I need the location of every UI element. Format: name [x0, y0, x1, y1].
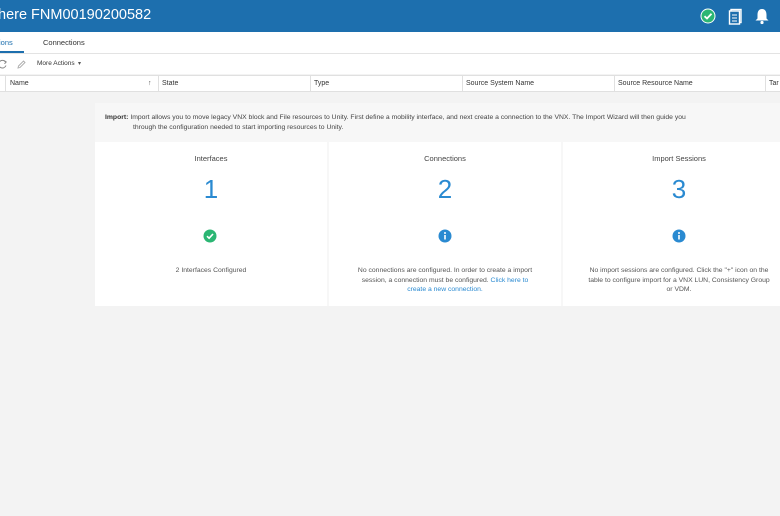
card-title: Connections: [424, 154, 466, 163]
import-description-line2: through the configuration needed to star…: [133, 123, 344, 131]
sort-ascending-icon[interactable]: ↑: [148, 76, 152, 91]
create-connection-link[interactable]: Click here to: [491, 277, 529, 284]
column-header-source-resource-name[interactable]: Source Resource Name: [614, 76, 766, 91]
column-header-target[interactable]: Tar: [765, 76, 780, 91]
active-tab-indicator: [0, 51, 24, 53]
column-header-source-system-name[interactable]: Source System Name: [462, 76, 615, 91]
table-header: Name ↑ State Type Source System Name Sou…: [0, 75, 780, 92]
card-text-line: No import sessions are configured. Click…: [589, 267, 769, 274]
import-description-line1: Import allows you to move legacy VNX blo…: [130, 114, 686, 121]
edit-icon[interactable]: [16, 59, 27, 70]
info-circle-icon: [438, 229, 452, 243]
app-header: here FNM00190200582: [0, 0, 780, 32]
column-header-name[interactable]: Name: [6, 76, 159, 91]
card-text-line: table to configure import for a VNX LUN,…: [588, 276, 770, 284]
card-status-text: No import sessions are configured. Click…: [563, 266, 780, 295]
page-title: here FNM00190200582: [0, 7, 152, 23]
card-text-line: or VDM.: [666, 286, 692, 293]
tab-connections[interactable]: Connections: [43, 38, 85, 47]
card-number: 2: [437, 174, 453, 204]
refresh-icon[interactable]: [0, 59, 8, 70]
jobs-icon[interactable]: [727, 7, 745, 25]
card-text-prefix: session, a connection must be configured…: [361, 276, 489, 284]
card-title: Import Sessions: [652, 154, 706, 163]
connections-card[interactable]: Connections 2 No connections are configu…: [329, 142, 561, 306]
column-header-type[interactable]: Type: [310, 76, 463, 91]
card-number: 3: [671, 174, 687, 204]
card-title: Interfaces: [194, 154, 228, 163]
info-circle-icon: [672, 229, 686, 243]
interfaces-card[interactable]: Interfaces 1 2 Interfaces Configured: [95, 142, 327, 306]
import-description: Import: Import allows you to move legacy…: [105, 113, 770, 132]
import-label: Import:: [105, 114, 129, 121]
card-text-line: session, a connection must be configured…: [329, 276, 561, 286]
card-status-text: No connections are configured. In order …: [329, 266, 561, 295]
create-connection-link[interactable]: create a new connection.: [329, 285, 561, 295]
card-text-line: No connections are configured. In order …: [357, 267, 533, 274]
tab-import-sessions[interactable]: ions: [0, 38, 13, 47]
check-circle-icon: [203, 229, 217, 243]
chevron-down-icon[interactable]: ▾: [78, 60, 81, 67]
column-header-state[interactable]: State: [158, 76, 311, 91]
card-status-text: 2 Interfaces Configured: [175, 267, 247, 274]
tab-bar: ions Connections: [0, 32, 780, 54]
health-ok-icon[interactable]: [699, 7, 717, 25]
more-actions-button[interactable]: More Actions: [37, 60, 75, 67]
import-sessions-card[interactable]: Import Sessions 3 No import sessions are…: [563, 142, 780, 306]
bell-icon[interactable]: [753, 7, 771, 25]
card-number: 1: [203, 174, 219, 204]
toolbar: More Actions ▾: [0, 54, 780, 74]
